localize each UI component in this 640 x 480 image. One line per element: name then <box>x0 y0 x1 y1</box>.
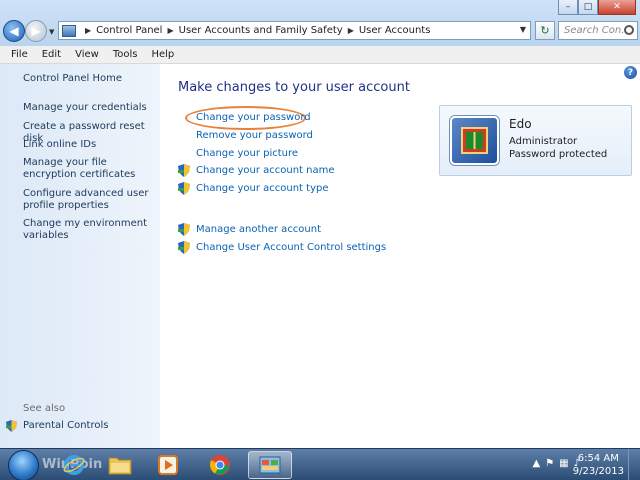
control-panel-icon <box>62 24 76 37</box>
minimize-button[interactable]: – <box>558 0 578 15</box>
uac-settings-link[interactable]: Change User Account Control settings <box>196 242 386 253</box>
sidebar-link-file-encryption[interactable]: Manage your file encryption certificates <box>23 157 153 181</box>
uac-shield-icon <box>178 241 190 254</box>
clock-date: 9/23/2013 <box>572 466 624 477</box>
uac-shield-icon <box>178 164 190 177</box>
search-placeholder: Search Con... <box>564 25 624 36</box>
clock[interactable]: 6:54 AM 9/23/2013 <box>573 452 624 478</box>
change-picture-link[interactable]: Change your picture <box>196 148 298 159</box>
page-title: Make changes to your user account <box>178 80 410 95</box>
address-bar[interactable]: ▶ Control Panel ▶ User Accounts and Fami… <box>58 21 531 40</box>
taskbar: WinPoin <box>0 448 640 480</box>
sidebar-link-online-ids[interactable]: Link online IDs <box>23 139 153 151</box>
change-password-link[interactable]: Change your password <box>196 112 311 123</box>
navigation-pane: Control Panel Home Manage your credentia… <box>0 64 160 448</box>
start-button[interactable] <box>8 450 39 480</box>
see-also-heading: See also <box>23 403 66 414</box>
help-icon[interactable]: ? <box>624 66 637 79</box>
arrow-left-icon: ◀ <box>9 24 19 38</box>
menu-tools[interactable]: Tools <box>106 49 145 60</box>
user-picture <box>461 127 488 154</box>
refresh-icon: ↻ <box>540 24 550 37</box>
chevron-right-icon[interactable]: ▶ <box>348 26 354 35</box>
arrow-right-icon: ▶ <box>31 24 41 38</box>
chevron-right-icon[interactable]: ▶ <box>167 26 173 35</box>
shield-icon <box>6 420 17 432</box>
network-icon[interactable]: ▦ <box>559 458 568 469</box>
taskbar-media-player[interactable] <box>146 451 190 479</box>
chevron-right-icon[interactable]: ▶ <box>85 26 91 35</box>
breadcrumb-user-accounts-family-safety[interactable]: User Accounts and Family Safety <box>179 25 343 36</box>
sidebar-link-environment-variables[interactable]: Change my environment variables <box>23 218 153 242</box>
breadcrumb-user-accounts[interactable]: User Accounts <box>359 25 431 36</box>
sidebar-link-manage-credentials[interactable]: Manage your credentials <box>23 102 153 114</box>
user-name: Edo <box>509 117 532 131</box>
parental-controls-link[interactable]: Parental Controls <box>23 420 108 431</box>
uac-shield-icon <box>178 223 190 236</box>
sidebar-link-profile-properties[interactable]: Configure advanced user profile properti… <box>23 188 153 212</box>
search-input[interactable]: Search Con... <box>558 21 638 40</box>
internet-explorer-icon <box>63 455 85 475</box>
media-player-icon <box>158 455 178 475</box>
back-button[interactable]: ◀ <box>3 20 25 42</box>
user-password-status: Password protected <box>509 149 608 160</box>
main-content: ? Make changes to your user account Chan… <box>160 64 640 448</box>
clock-time: 6:54 AM <box>577 453 619 464</box>
refresh-button[interactable]: ↻ <box>535 21 555 40</box>
chrome-icon <box>210 455 230 475</box>
menu-file[interactable]: File <box>4 49 35 60</box>
action-center-flag-icon[interactable]: ⚑ <box>545 458 554 469</box>
search-icon <box>624 25 634 35</box>
chevron-down-icon[interactable]: ▼ <box>520 25 526 34</box>
change-account-type-link[interactable]: Change your account type <box>196 183 329 194</box>
sidebar-link-control-panel-home[interactable]: Control Panel Home <box>23 73 153 85</box>
remove-password-link[interactable]: Remove your password <box>196 130 313 141</box>
uac-shield-icon <box>178 182 190 195</box>
taskbar-explorer[interactable] <box>98 451 142 479</box>
breadcrumb-control-panel[interactable]: Control Panel <box>96 25 162 36</box>
menu-edit[interactable]: Edit <box>35 49 68 60</box>
close-button[interactable]: ✕ <box>598 0 636 15</box>
window-pane-icon <box>466 132 483 149</box>
menu-view[interactable]: View <box>68 49 106 60</box>
avatar <box>450 116 499 165</box>
manage-another-account-link[interactable]: Manage another account <box>196 224 321 235</box>
folder-icon <box>108 457 132 475</box>
recent-pages-dropdown[interactable]: ▼ <box>49 28 54 36</box>
taskbar-chrome[interactable] <box>198 451 242 479</box>
menu-help[interactable]: Help <box>144 49 181 60</box>
window-controls: – □ ✕ <box>558 0 636 15</box>
taskbar-internet-explorer[interactable] <box>52 451 96 479</box>
change-account-name-link[interactable]: Change your account name <box>196 165 335 176</box>
forward-button[interactable]: ▶ <box>25 20 47 42</box>
show-desktop-button[interactable] <box>628 449 640 480</box>
control-panel-icon <box>259 456 281 474</box>
menu-bar: File Edit View Tools Help <box>0 46 640 64</box>
user-role: Administrator <box>509 136 578 147</box>
window-titlebar: – □ ✕ ◀ ▶ ▼ ▶ Control Panel ▶ User Accou… <box>0 0 640 46</box>
chevron-up-icon[interactable]: ▲ <box>532 458 540 469</box>
taskbar-control-panel[interactable] <box>248 451 292 479</box>
maximize-button[interactable]: □ <box>578 0 598 15</box>
user-account-card: Edo Administrator Password protected <box>439 105 632 176</box>
